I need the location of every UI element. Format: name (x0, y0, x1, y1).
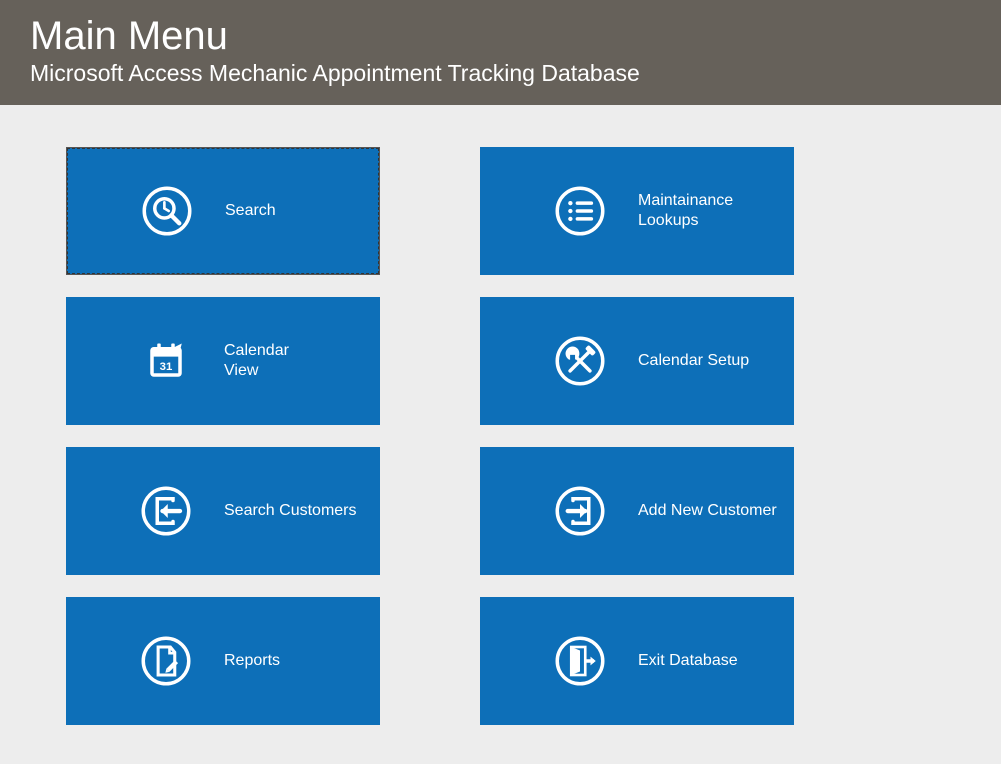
reports-label: Reports (224, 651, 280, 671)
reports-tile[interactable]: Reports (66, 597, 380, 725)
page-subtitle: Microsoft Access Mechanic Appointment Tr… (30, 60, 971, 87)
list-icon (552, 183, 608, 239)
add-new-customer-tile[interactable]: Add New Customer (480, 447, 794, 575)
maintenance-lookups-label: Maintainance Lookups (638, 191, 733, 231)
calendar-setup-label: Calendar Setup (638, 351, 749, 371)
calendar-icon: 31 (138, 333, 194, 389)
import-arrow-icon (138, 483, 194, 539)
document-edit-icon (138, 633, 194, 689)
exit-database-label: Exit Database (638, 651, 738, 671)
search-customers-label: Search Customers (224, 501, 357, 521)
header: Main Menu Microsoft Access Mechanic Appo… (0, 0, 1001, 105)
add-new-customer-label: Add New Customer (638, 501, 777, 521)
maintenance-lookups-tile[interactable]: Maintainance Lookups (480, 147, 794, 275)
exit-icon (552, 633, 608, 689)
search-label: Search (225, 201, 276, 221)
export-arrow-icon (552, 483, 608, 539)
tools-icon (552, 333, 608, 389)
calendar-view-tile[interactable]: 31 Calendar View (66, 297, 380, 425)
calendar-setup-tile[interactable]: Calendar Setup (480, 297, 794, 425)
page-title: Main Menu (30, 14, 971, 58)
svg-text:31: 31 (160, 361, 173, 373)
calendar-view-label: Calendar View (224, 341, 289, 381)
tiles-area: Search Maintainance Lookups (0, 105, 1001, 747)
search-customers-tile[interactable]: Search Customers (66, 447, 380, 575)
exit-database-tile[interactable]: Exit Database (480, 597, 794, 725)
search-icon (139, 183, 195, 239)
search-tile[interactable]: Search (66, 147, 380, 275)
